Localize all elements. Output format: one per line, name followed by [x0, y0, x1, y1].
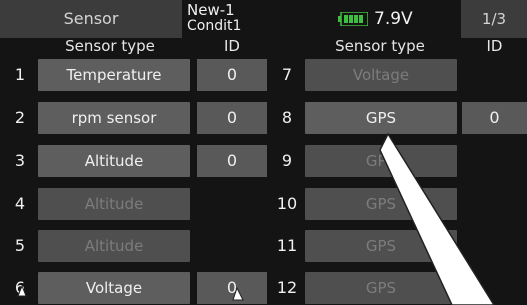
sensor-type-button-disabled: GPS [305, 145, 457, 177]
sensor-type-button-disabled: Altitude [38, 230, 190, 262]
sensor-id-button[interactable]: 0 [197, 59, 267, 91]
sensor-type-button[interactable]: Voltage [38, 272, 190, 304]
sensor-type-button[interactable]: GPS [305, 102, 457, 134]
model-condition-display: New-1 Condit1 [187, 0, 267, 38]
battery-status: 7.9V [268, 0, 458, 38]
slot-number: 6 [14, 278, 26, 297]
sensor-type-button-disabled: Altitude [38, 188, 190, 220]
sensor-type-button-disabled: GPS [305, 272, 457, 304]
page-indicator-button[interactable]: 1/3 [461, 0, 527, 38]
sensor-type-button[interactable]: Altitude [38, 145, 190, 177]
model-name: New-1 [187, 1, 235, 19]
slot-number: 12 [276, 278, 298, 297]
col-header-sensor-type-left: Sensor type [65, 37, 155, 55]
slot-number: 2 [14, 108, 26, 127]
col-header-id-right: ID [486, 37, 503, 55]
sensor-type-button-disabled: GPS [305, 230, 457, 262]
slot-number: 4 [14, 194, 26, 213]
slot-number: 10 [276, 194, 298, 213]
slot-number: 11 [276, 236, 298, 255]
sensor-id-button[interactable]: 0 [197, 102, 267, 134]
slot-number: 8 [281, 108, 293, 127]
battery-icon [338, 12, 368, 26]
col-header-sensor-type-right: Sensor type [335, 37, 425, 55]
sensor-type-button-disabled: Voltage [305, 59, 457, 91]
slot-number: 1 [14, 65, 26, 84]
slot-number: 9 [281, 151, 293, 170]
sensor-id-button[interactable]: 0 [197, 145, 267, 177]
sensor-type-button-disabled: GPS [305, 188, 457, 220]
col-header-id-left: ID [224, 37, 240, 55]
battery-voltage: 7.9V [374, 9, 413, 29]
sensor-type-button[interactable]: Temperature [38, 59, 190, 91]
sensor-id-button[interactable]: 0 [462, 102, 527, 134]
screen-title[interactable]: Sensor [0, 0, 182, 38]
slot-number: 7 [281, 65, 293, 84]
sensor-id-button[interactable]: 0 [197, 272, 267, 304]
condition-name: Condit1 [187, 18, 242, 34]
slot-number: 3 [14, 151, 26, 170]
sensor-type-button[interactable]: rpm sensor [38, 102, 190, 134]
slot-number: 5 [14, 236, 26, 255]
